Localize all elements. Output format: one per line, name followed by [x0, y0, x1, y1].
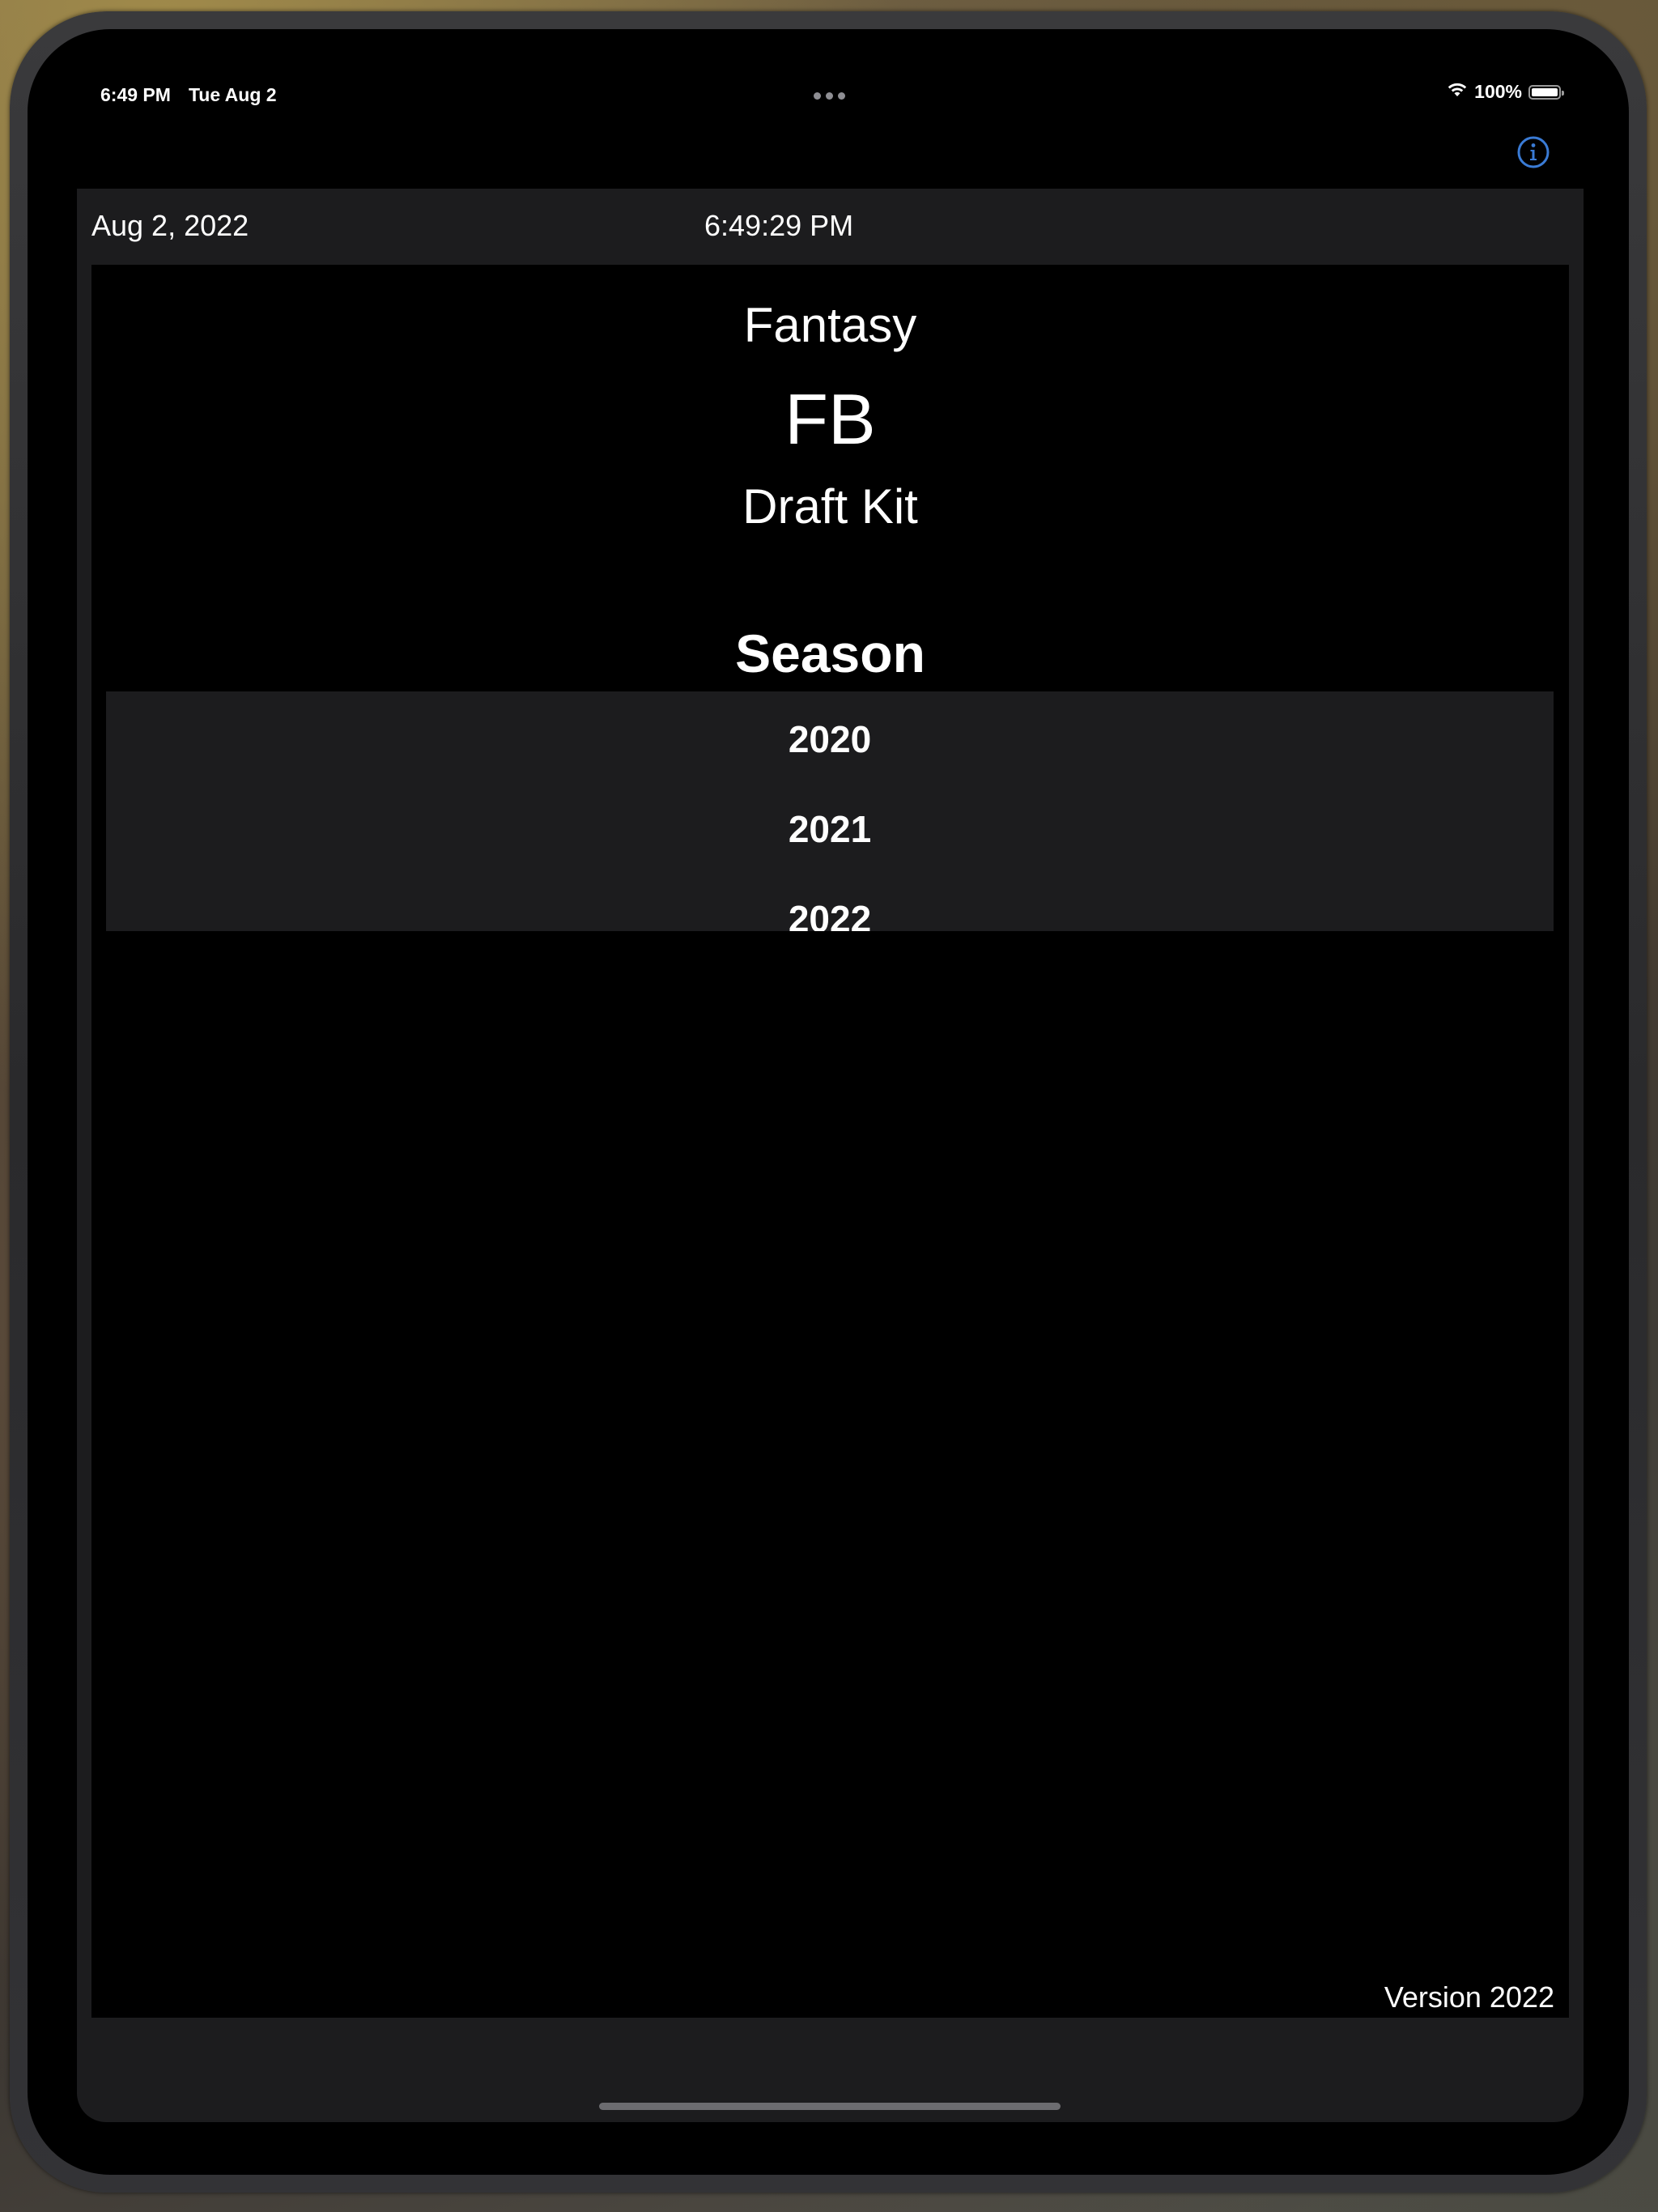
multitasking-dots-icon[interactable]	[814, 92, 845, 100]
season-picker[interactable]: 2020 2021 2022	[106, 691, 1554, 931]
status-time: 6:49 PM	[100, 84, 171, 105]
wifi-icon	[1447, 81, 1468, 103]
title-draft-kit: Draft Kit	[742, 479, 918, 534]
battery-level	[1532, 87, 1558, 96]
status-date: Tue Aug 2	[188, 84, 277, 105]
battery-percent: 100%	[1474, 81, 1522, 102]
season-label: Season	[735, 623, 925, 683]
title-fb: FB	[784, 379, 876, 459]
status-bar-right: 100%	[1447, 81, 1564, 103]
home-indicator[interactable]	[599, 2103, 1061, 2110]
main-panel: Fantasy FB Draft Kit Season 2020 2021 20…	[91, 265, 1569, 2018]
season-option-2022[interactable]: 2022	[106, 897, 1554, 931]
battery-icon	[1528, 84, 1564, 100]
header-date: Aug 2, 2022	[91, 209, 249, 242]
season-option-2020[interactable]: 2020	[106, 717, 1554, 761]
version-label: Version 2022	[1384, 1980, 1554, 2014]
status-bar-left: 6:49 PM Tue Aug 2	[100, 84, 277, 106]
info-icon[interactable]	[1516, 135, 1550, 169]
header-time: 6:49:29 PM	[704, 209, 854, 242]
title-fantasy: Fantasy	[743, 298, 917, 352]
season-option-2021[interactable]: 2021	[106, 807, 1554, 851]
